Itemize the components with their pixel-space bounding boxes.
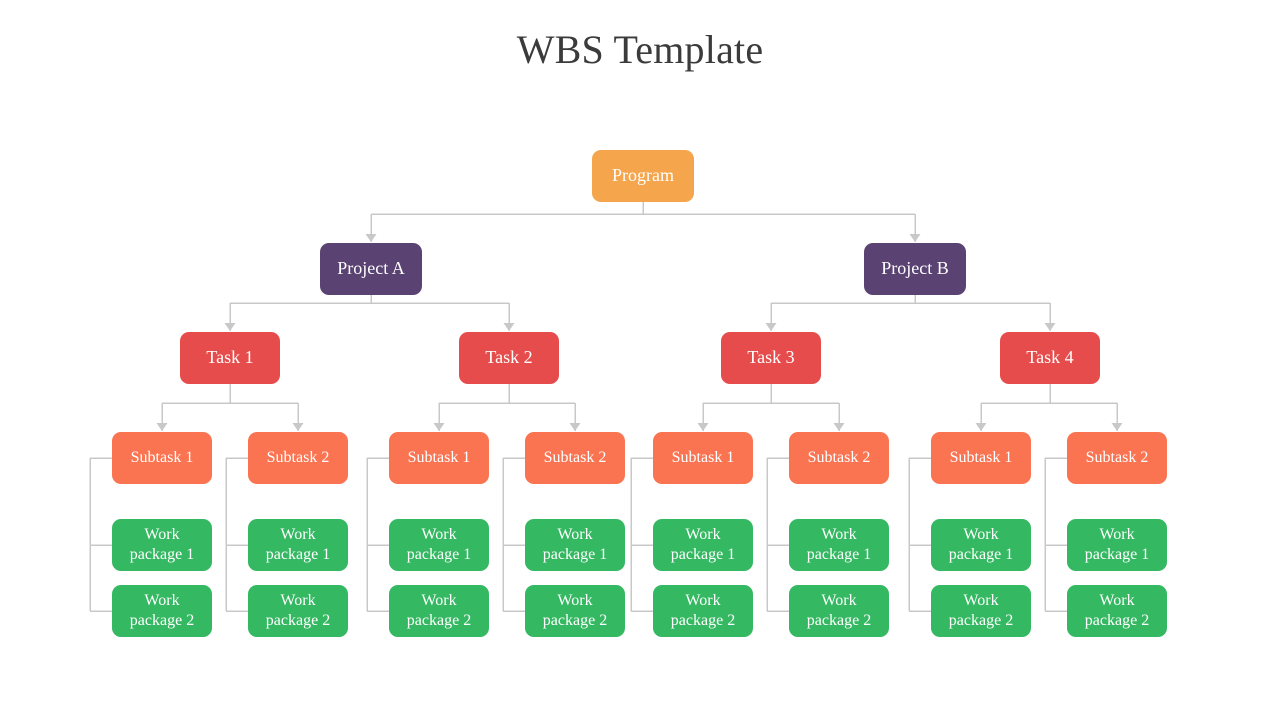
wbs-node-s3[interactable]: Subtask 1 [389, 432, 489, 484]
wbs-node-s5[interactable]: Subtask 1 [653, 432, 753, 484]
wbs-node-s6[interactable]: Subtask 2 [789, 432, 889, 484]
wbs-node-w6a[interactable]: Work package 1 [789, 519, 889, 571]
wbs-node-label: Subtask 2 [266, 449, 330, 467]
wbs-node-label: Task 3 [747, 347, 795, 368]
wbs-node-label: Work package 1 [1084, 526, 1150, 563]
wbs-node-label: Work package 1 [542, 526, 608, 563]
wbs-node-w4b[interactable]: Work package 2 [525, 585, 625, 637]
wbs-node-label: Work package 2 [129, 592, 195, 629]
wbs-node-label: Work package 2 [806, 592, 872, 629]
wbs-node-label: Subtask 2 [1085, 449, 1149, 467]
wbs-node-task4[interactable]: Task 4 [1000, 332, 1100, 384]
wbs-node-label: Task 2 [485, 347, 533, 368]
wbs-node-label: Work package 2 [542, 592, 608, 629]
wbs-node-label: Subtask 1 [949, 449, 1013, 467]
wbs-node-s2[interactable]: Subtask 2 [248, 432, 348, 484]
wbs-diagram-canvas: WBS Template Program Project A Project B Ta… [0, 0, 1280, 720]
wbs-node-task1[interactable]: Task 1 [180, 332, 280, 384]
wbs-node-w6b[interactable]: Work package 2 [789, 585, 889, 637]
wbs-node-w3a[interactable]: Work package 1 [389, 519, 489, 571]
wbs-node-label: Work package 2 [1084, 592, 1150, 629]
page-title: WBS Template [516, 27, 764, 72]
wbs-node-label: Work package 2 [670, 592, 736, 629]
wbs-node-label: Subtask 2 [543, 449, 607, 467]
wbs-node-w3b[interactable]: Work package 2 [389, 585, 489, 637]
wbs-node-label: Subtask 2 [807, 449, 871, 467]
wbs-node-s1[interactable]: Subtask 1 [112, 432, 212, 484]
wbs-node-w4a[interactable]: Work package 1 [525, 519, 625, 571]
wbs-node-s4[interactable]: Subtask 2 [525, 432, 625, 484]
wbs-node-label: Work package 2 [265, 592, 331, 629]
wbs-node-label: Work package 1 [129, 526, 195, 563]
wbs-node-w5a[interactable]: Work package 1 [653, 519, 753, 571]
wbs-node-w2b[interactable]: Work package 2 [248, 585, 348, 637]
wbs-node-w2a[interactable]: Work package 1 [248, 519, 348, 571]
wbs-node-projectA[interactable]: Project A [320, 243, 422, 295]
wbs-node-s7[interactable]: Subtask 1 [931, 432, 1031, 484]
wbs-node-label: Task 1 [206, 347, 254, 368]
wbs-node-label: Subtask 1 [671, 449, 735, 467]
wbs-node-task3[interactable]: Task 3 [721, 332, 821, 384]
wbs-node-w7b[interactable]: Work package 2 [931, 585, 1031, 637]
wbs-node-label: Work package 1 [265, 526, 331, 563]
wbs-node-label: Subtask 1 [130, 449, 194, 467]
wbs-node-w5b[interactable]: Work package 2 [653, 585, 753, 637]
wbs-node-w8b[interactable]: Work package 2 [1067, 585, 1167, 637]
wbs-node-w7a[interactable]: Work package 1 [931, 519, 1031, 571]
wbs-node-label: Subtask 1 [407, 449, 471, 467]
wbs-node-task2[interactable]: Task 2 [459, 332, 559, 384]
wbs-node-label: Work package 2 [406, 592, 472, 629]
wbs-node-label: Program [612, 165, 674, 186]
wbs-node-label: Work package 1 [406, 526, 472, 563]
wbs-node-label: Project B [881, 258, 949, 279]
wbs-node-label: Project A [337, 258, 405, 279]
wbs-node-label: Work package 1 [806, 526, 872, 563]
wbs-node-s8[interactable]: Subtask 2 [1067, 432, 1167, 484]
wbs-node-w1b[interactable]: Work package 2 [112, 585, 212, 637]
wbs-node-program[interactable]: Program [592, 150, 694, 202]
wbs-node-label: Task 4 [1026, 347, 1074, 368]
wbs-node-w8a[interactable]: Work package 1 [1067, 519, 1167, 571]
wbs-node-w1a[interactable]: Work package 1 [112, 519, 212, 571]
wbs-node-label: Work package 2 [948, 592, 1014, 629]
wbs-node-projectB[interactable]: Project B [864, 243, 966, 295]
wbs-node-label: Work package 1 [948, 526, 1014, 563]
wbs-node-label: Work package 1 [670, 526, 736, 563]
